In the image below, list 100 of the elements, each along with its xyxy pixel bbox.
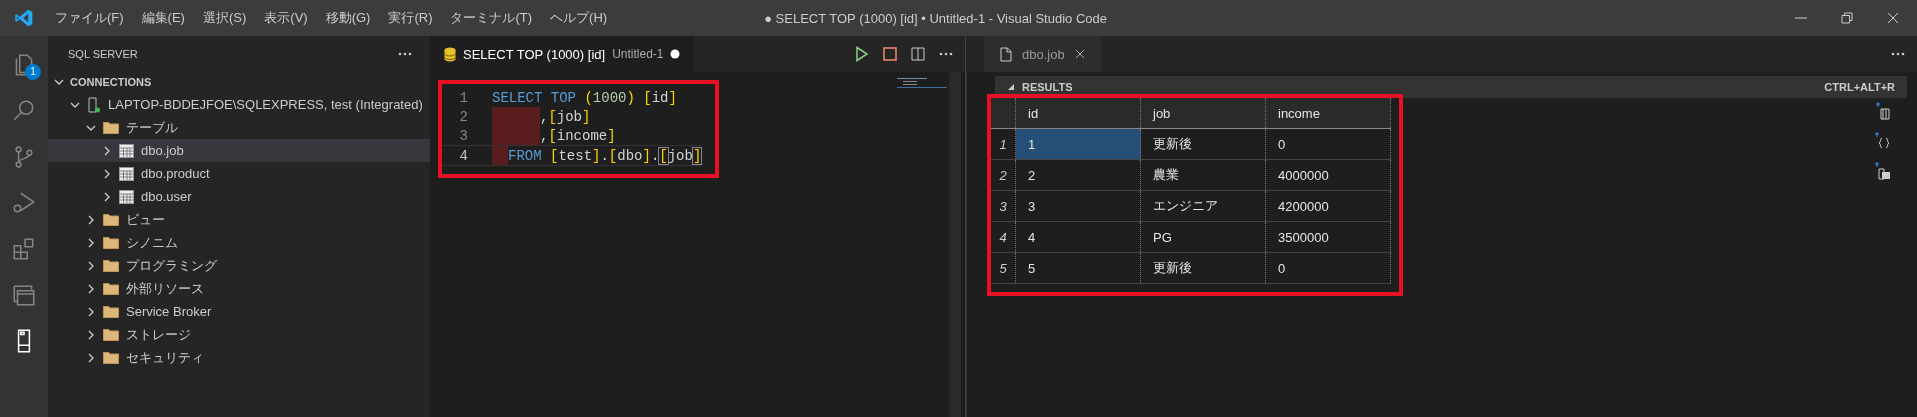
table-cell[interactable]: 更新後	[1141, 253, 1266, 283]
stop-icon[interactable]	[883, 47, 897, 61]
chevron-right-icon	[102, 145, 112, 156]
tree-item[interactable]: プログラミング	[48, 254, 430, 277]
window-title: ● SELECT TOP (1000) [id] • Untitled-1 - Visual Studio Code	[764, 10, 1107, 26]
tree-label: dbo.job	[141, 143, 184, 158]
table-cell[interactable]: 4200000	[1266, 191, 1391, 221]
tree-label: ビュー	[126, 210, 165, 229]
table-cell[interactable]: 農業	[1141, 160, 1266, 190]
tree-label: プログラミング	[126, 256, 217, 275]
folder-icon	[103, 328, 119, 341]
menu-item[interactable]: 実行(R)	[379, 9, 442, 27]
tree-item[interactable]: Service Broker	[48, 300, 430, 323]
more-icon[interactable]	[398, 51, 412, 56]
menu-item[interactable]: 編集(E)	[132, 9, 194, 27]
restore-icon[interactable]	[1841, 12, 1853, 24]
section-header[interactable]: CONNECTIONS	[70, 76, 152, 88]
tree-label: 外部リソース	[126, 279, 204, 298]
tree-label: セキュリティ	[126, 348, 204, 367]
server-icon	[87, 96, 101, 113]
chevron-right-icon	[102, 168, 112, 179]
tree-label: Service Broker	[126, 304, 212, 319]
folder-icon	[103, 259, 119, 272]
menu-item[interactable]: ターミナル(T)	[441, 9, 542, 27]
chevron-right-icon	[86, 329, 96, 340]
table-icon	[119, 143, 134, 158]
tree-label: ストレージ	[126, 325, 191, 344]
more-icon[interactable]	[939, 52, 953, 56]
tree-item[interactable]: dbo.job	[48, 139, 430, 162]
tree-item[interactable]: テーブル	[48, 116, 430, 139]
row-number: 2	[991, 160, 1016, 190]
line-number: 3	[458, 127, 469, 144]
table-cell[interactable]: 更新後	[1141, 129, 1266, 159]
tree-item[interactable]: ストレージ	[48, 323, 430, 346]
folder-icon	[103, 351, 119, 364]
table-cell[interactable]: PG	[1141, 222, 1266, 252]
tree-label: dbo.user	[141, 189, 192, 204]
close-icon[interactable]	[1887, 12, 1899, 24]
save-excel-icon[interactable]	[1873, 162, 1891, 180]
notification-badge: 1	[25, 64, 41, 80]
column-header[interactable]: job	[1141, 98, 1266, 128]
column-header[interactable]: id	[1016, 98, 1141, 128]
tree-item[interactable]: ビュー	[48, 208, 430, 231]
chevron-right-icon	[86, 214, 96, 225]
editor-tab[interactable]: SELECT TOP (1000) [id] Untitled-1	[430, 36, 695, 72]
folder-icon	[103, 236, 119, 249]
code-line: SELECT TOP (1000) [id]	[492, 89, 677, 106]
tree-label: LAPTOP-BDDEJFOE\SQLEXPRESS, test (Integrated)	[108, 97, 423, 112]
table-cell[interactable]: エンジニア	[1141, 191, 1266, 221]
tree-item[interactable]: 外部リソース	[48, 277, 430, 300]
chevron-right-icon	[86, 283, 96, 294]
table-icon	[119, 189, 134, 204]
collapse-triangle-icon	[1007, 83, 1015, 91]
save-csv-icon[interactable]	[1873, 102, 1891, 120]
code-block[interactable]: 1 SELECT TOP (1000) [id] 2 ,[job] 3 ,[income] 4 FROM [test].[dbo].[job]	[438, 80, 720, 178]
split-editor-icon[interactable]	[911, 47, 925, 61]
folder-icon	[103, 305, 119, 318]
line-number: 1	[458, 89, 469, 106]
file-icon	[1000, 46, 1012, 62]
row-number: 3	[991, 191, 1016, 221]
column-header[interactable]: income	[1266, 98, 1391, 128]
chevron-right-icon	[86, 306, 96, 317]
tree-item[interactable]: セキュリティ	[48, 346, 430, 369]
chevron-right-icon	[86, 260, 96, 271]
folder-icon	[103, 121, 119, 134]
code-line: ,[income]	[540, 127, 616, 144]
editor-tab[interactable]: dbo.job	[984, 36, 1101, 72]
logo-icon	[14, 8, 34, 28]
menu-item[interactable]: 移動(G)	[316, 9, 380, 27]
tree-item[interactable]: LAPTOP-BDDEJFOE\SQLEXPRESS, test (Integrated)	[48, 93, 430, 116]
table-cell[interactable]: 3	[1016, 191, 1141, 221]
table-cell[interactable]: 1	[1016, 129, 1141, 159]
menu-item[interactable]: ファイル(F)	[46, 9, 133, 27]
menu-item[interactable]: 選択(S)	[193, 9, 256, 27]
results-grid[interactable]: id job income 1 1 更新後 0 2 2 農業 4000000 3 3 エンジニア 4200000 4 4 PG 3500000 5 5 更新後 0	[987, 94, 1403, 296]
menu-item[interactable]: 表示(V)	[255, 9, 317, 27]
run-icon[interactable]	[855, 46, 869, 62]
table-cell[interactable]: 4000000	[1266, 160, 1391, 190]
code-line: FROM [test].[dbo].[job]	[508, 147, 702, 164]
sidebar-title: SQL SERVER	[68, 47, 138, 60]
tree-item[interactable]: dbo.product	[48, 162, 430, 185]
menu-item[interactable]: ヘルプ(H)	[541, 9, 617, 27]
tree-item[interactable]: dbo.user	[48, 185, 430, 208]
chevron-down-icon[interactable]	[54, 78, 64, 86]
table-cell[interactable]: 4	[1016, 222, 1141, 252]
row-number: 5	[991, 253, 1016, 283]
table-cell[interactable]: 3500000	[1266, 222, 1391, 252]
table-cell[interactable]: 0	[1266, 253, 1391, 283]
tree-label: シノニム	[126, 233, 178, 252]
table-cell[interactable]: 5	[1016, 253, 1141, 283]
table-icon	[119, 166, 134, 181]
table-cell[interactable]: 2	[1016, 160, 1141, 190]
row-number: 4	[991, 222, 1016, 252]
table-cell[interactable]: 0	[1266, 129, 1391, 159]
more-icon[interactable]	[1891, 52, 1905, 56]
results-header[interactable]: RESULTS CTRL+ALT+R	[995, 76, 1907, 98]
chevron-right-icon	[86, 352, 96, 363]
save-json-icon[interactable]	[1873, 132, 1891, 150]
close-icon[interactable]	[1074, 49, 1085, 59]
tree-item[interactable]: シノニム	[48, 231, 430, 254]
